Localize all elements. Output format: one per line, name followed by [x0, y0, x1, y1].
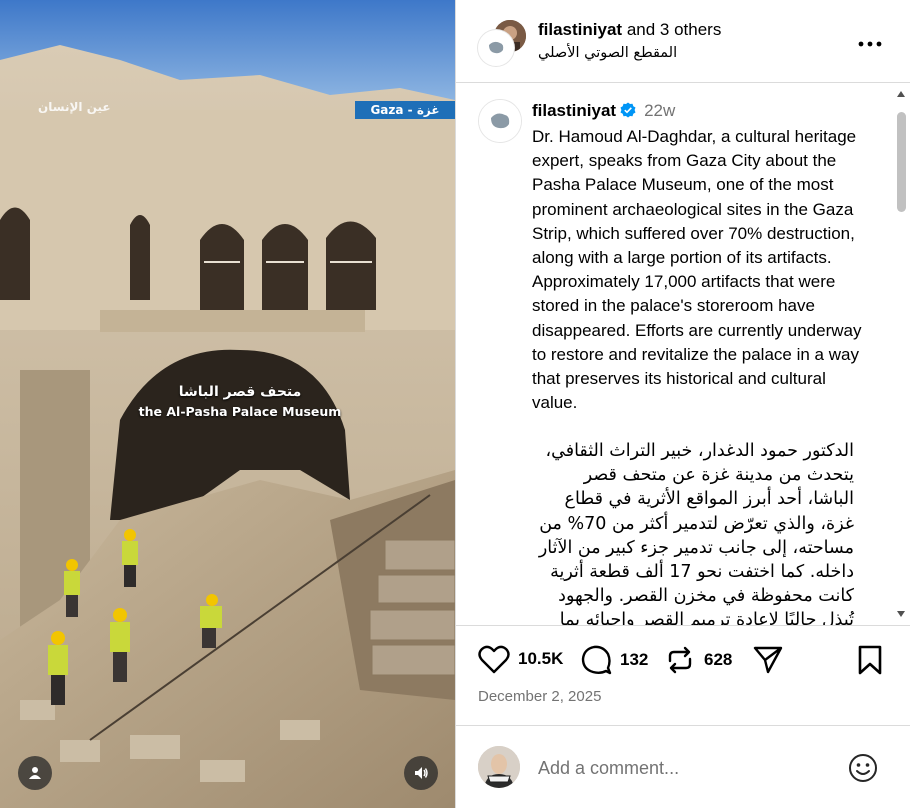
channel-watermark: عين الإنسان — [38, 100, 111, 114]
repost-button[interactable]: 628 — [664, 644, 732, 676]
collab-title: filastiniyat and 3 others — [538, 20, 721, 40]
emoji-icon — [849, 754, 877, 782]
heart-icon — [478, 645, 510, 674]
scroll-thumb[interactable] — [897, 112, 906, 212]
share-icon — [753, 646, 783, 674]
like-button[interactable]: 10.5K — [478, 644, 563, 674]
share-button[interactable] — [752, 644, 784, 676]
video-caption-arabic: متحف قصر الباشا — [178, 384, 302, 400]
save-button[interactable] — [856, 644, 884, 676]
original-audio-link[interactable]: المقطع الصوتي الأصلي — [538, 45, 677, 61]
repost-icon — [668, 646, 692, 674]
header-others[interactable]: and 3 others — [627, 20, 722, 39]
location-tag: Gaza - غزة — [355, 101, 455, 119]
action-bar: 10.5K 132 628 — [456, 625, 910, 696]
like-count[interactable]: 10.5K — [518, 649, 563, 669]
avatar — [478, 746, 520, 788]
emoji-button[interactable] — [848, 753, 878, 788]
comment-button[interactable]: 132 — [580, 644, 648, 676]
post-username[interactable]: filastiniyat — [532, 101, 616, 120]
scroll-down-icon[interactable] — [896, 610, 906, 618]
avatar — [478, 30, 514, 66]
caption-english: Dr. Hamoud Al-Daghdar, a cultural herita… — [532, 127, 862, 413]
post-header: filastiniyat and 3 others المقطع الصوتي … — [456, 0, 910, 83]
caption-arabic: الدكتور حمود الدغدار، خبير التراث الثقاف… — [538, 441, 854, 625]
bookmark-icon — [858, 645, 882, 675]
caption-scrollbar[interactable] — [894, 90, 908, 620]
repost-count[interactable]: 628 — [704, 650, 732, 670]
more-dots-icon — [858, 41, 882, 47]
post-date[interactable]: December 2, 2025 — [478, 688, 601, 705]
caption-author: filastiniyat 22w — [532, 101, 675, 123]
verified-badge-icon — [620, 102, 636, 123]
comment-input[interactable]: Add a comment... — [538, 758, 679, 779]
avatar[interactable] — [478, 99, 522, 143]
caption-scroll-area[interactable]: filastiniyat 22w Dr. Hamoud Al-Daghdar, a… — [456, 83, 910, 625]
comment-count[interactable]: 132 — [620, 650, 648, 670]
speaker-icon — [415, 767, 428, 779]
video-caption-english: the Al-Pasha Palace Museum — [138, 404, 342, 419]
post-age[interactable]: 22w — [644, 101, 675, 120]
comment-icon — [581, 645, 612, 675]
scroll-up-icon[interactable] — [896, 90, 906, 98]
post-media[interactable]: عين الإنسان Gaza - غزة متحف قصر الباشا t… — [0, 0, 455, 808]
more-options-button[interactable] — [858, 30, 882, 53]
collab-avatars[interactable] — [478, 18, 528, 66]
header-username[interactable]: filastiniyat — [538, 20, 622, 39]
tagged-users-button[interactable] — [18, 756, 52, 790]
person-icon — [29, 767, 41, 779]
audio-toggle-button[interactable] — [404, 756, 438, 790]
comment-bar: Add a comment... — [456, 725, 910, 809]
